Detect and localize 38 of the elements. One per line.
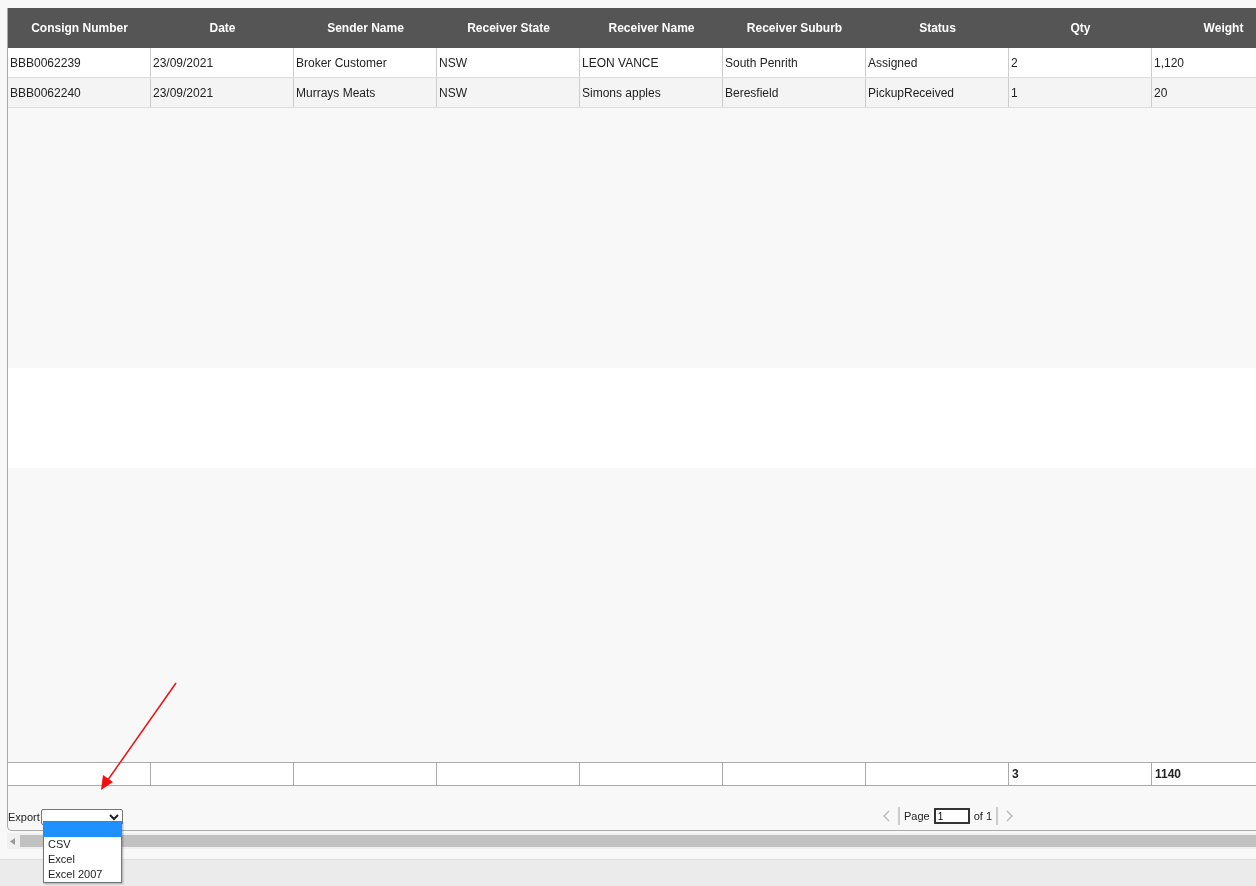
table-cell: Assigned: [866, 48, 1009, 77]
table-cell: 1,120: [1152, 48, 1256, 77]
chevron-down-icon: [108, 813, 119, 821]
column-header[interactable]: Sender Name: [294, 8, 437, 48]
table-cell: Beresfield: [723, 78, 866, 107]
column-header[interactable]: Receiver State: [437, 8, 580, 48]
export-label: Export: [8, 811, 40, 823]
column-header[interactable]: Consign Number: [8, 8, 151, 48]
table-cell: 2: [1009, 48, 1152, 77]
total-cell: 3: [1009, 763, 1152, 785]
table-cell: Broker Customer: [294, 48, 437, 77]
table-cell: 1: [1009, 78, 1152, 107]
column-header[interactable]: Date: [151, 8, 294, 48]
table-cell: BBB0062239: [8, 48, 151, 77]
total-cell: 1140: [1152, 763, 1256, 785]
column-header[interactable]: Status: [866, 8, 1009, 48]
table-cell: South Penrith: [723, 48, 866, 77]
column-header[interactable]: Receiver Suburb: [723, 8, 866, 48]
table-cell: NSW: [437, 48, 580, 77]
table-cell: 23/09/2021: [151, 48, 294, 77]
table-cell: LEON VANCE: [580, 48, 723, 77]
dropdown-option[interactable]: CSV: [44, 837, 121, 852]
table-cell: BBB0062240: [8, 78, 151, 107]
dropdown-option[interactable]: Excel 2007: [44, 867, 121, 882]
page-label: Page: [904, 810, 930, 822]
scroll-left-icon[interactable]: [10, 837, 15, 845]
table-cell: 23/09/2021: [151, 78, 294, 107]
table-cell: Murrays Meats: [294, 78, 437, 107]
page-count: of 1: [973, 810, 993, 822]
table-cell: Simons apples: [580, 78, 723, 107]
column-header[interactable]: Receiver Name: [580, 8, 723, 48]
table-cell: 20: [1152, 78, 1256, 107]
table-cell: PickupReceived: [866, 78, 1009, 107]
page-number-field[interactable]: 1: [933, 808, 970, 824]
column-header[interactable]: Weight: [1152, 8, 1256, 48]
dropdown-option[interactable]: Excel: [44, 852, 121, 867]
column-header[interactable]: Qty: [1009, 8, 1152, 48]
table-cell: NSW: [437, 78, 580, 107]
